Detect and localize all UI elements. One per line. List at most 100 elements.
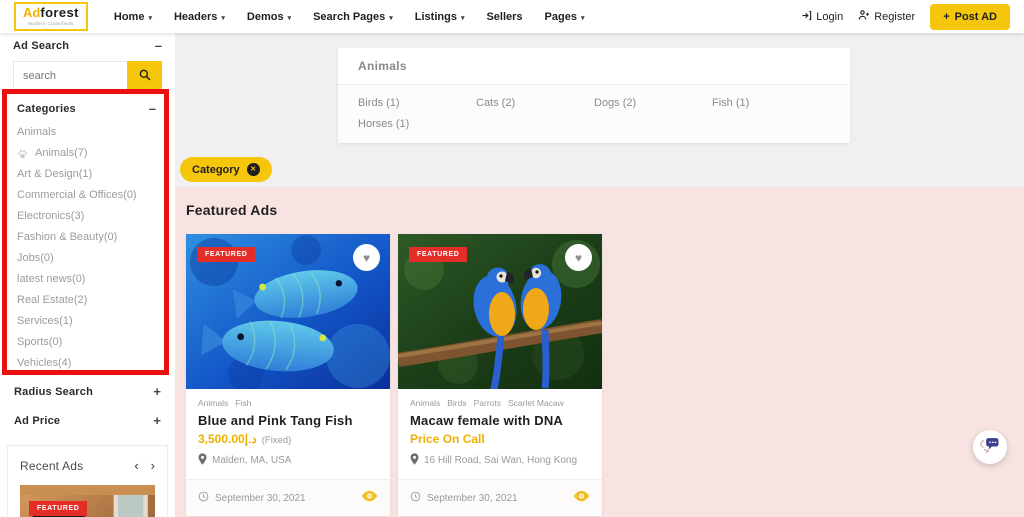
collapse-icon[interactable]: – <box>149 102 156 115</box>
ad-card-fish[interactable]: FEATURED ♥ Animals Fish Blue and Pink Ta… <box>186 234 390 516</box>
logo[interactable]: Adforest Modern Classifieds <box>14 2 88 31</box>
ad-footer: September 30, 2021 <box>398 479 602 516</box>
featured-badge: FEATURED <box>29 501 87 516</box>
subcategory-cats[interactable]: Cats (2) <box>476 97 594 109</box>
category-item-jobs[interactable]: Jobs(0) <box>17 248 156 269</box>
ad-tag[interactable]: Parrots <box>474 398 501 408</box>
carousel-next-icon[interactable]: › <box>151 458 155 473</box>
ad-date: September 30, 2021 <box>410 491 518 505</box>
nav-item-pages[interactable]: Pages▾ <box>545 11 585 23</box>
expand-icon[interactable]: + <box>153 385 161 398</box>
clock-icon <box>198 491 209 505</box>
category-item-art-design[interactable]: Art & Design(1) <box>17 164 156 185</box>
categories-widget-highlighted: Categories – Animals Animals(7) Art & De… <box>2 89 169 375</box>
chat-icon <box>980 436 1000 459</box>
search-button[interactable] <box>127 61 162 91</box>
category-item-sports[interactable]: Sports(0) <box>17 332 156 353</box>
ad-title[interactable]: Macaw female with DNA <box>410 413 590 428</box>
ad-image[interactable]: FEATURED ♥ <box>398 234 602 389</box>
ad-tag[interactable]: Fish <box>235 398 251 408</box>
category-item-animals[interactable]: Animals(7) <box>17 143 156 164</box>
subcategory-fish[interactable]: Fish (1) <box>712 97 830 109</box>
ad-search-widget: Ad Search – <box>0 35 175 91</box>
close-icon[interactable]: ✕ <box>247 163 260 176</box>
ad-price: Price On Call <box>410 432 590 446</box>
category-filter-tag[interactable]: Category ✕ <box>180 157 272 182</box>
ad-image[interactable]: FEATURED ♥ <box>186 234 390 389</box>
nav-item-listings[interactable]: Listings▾ <box>415 11 465 23</box>
category-item-real-estate[interactable]: Real Estate(2) <box>17 290 156 311</box>
recent-ads-widget: Recent Ads ‹ › FEATUR <box>7 445 168 517</box>
subcategory-dogs[interactable]: Dogs (2) <box>594 97 712 109</box>
search-icon <box>138 68 152 85</box>
post-ad-button[interactable]: + Post AD <box>930 4 1010 30</box>
category-list: Animals Animals(7) Art & Design(1) Comme… <box>17 122 156 374</box>
category-parent-animals[interactable]: Animals <box>17 122 156 143</box>
ad-details: Animals Birds Parrots Scarlet Macaw Maca… <box>398 389 602 479</box>
radius-search-title: Radius Search <box>14 386 93 398</box>
chevron-down-icon: ▾ <box>389 14 393 22</box>
chat-button[interactable] <box>973 430 1007 464</box>
views-eye-icon[interactable] <box>573 489 590 507</box>
ad-title[interactable]: Blue and Pink Tang Fish <box>198 413 378 428</box>
category-item-services[interactable]: Services(1) <box>17 311 156 332</box>
page: Adforest Modern Classifieds Home▾ Header… <box>0 0 1024 517</box>
ad-search-title: Ad Search <box>13 40 69 52</box>
animals-category-panel: Animals Birds (1) Cats (2) Dogs (2) Fish… <box>338 48 850 143</box>
favorite-button[interactable]: ♥ <box>565 244 592 271</box>
top-navbar: Adforest Modern Classifieds Home▾ Header… <box>0 0 1024 33</box>
logo-tagline: Modern Classifieds <box>23 22 79 27</box>
ad-tags: Animals Fish <box>198 398 378 408</box>
nav-item-search-pages[interactable]: Search Pages▾ <box>313 11 393 23</box>
recent-ad-image[interactable]: FEATURED <box>20 485 155 517</box>
logo-text-main: forest <box>40 5 79 20</box>
chevron-down-icon: ▾ <box>581 14 585 22</box>
logo-text-accent: Ad <box>23 5 40 20</box>
ad-price: 3,500.00د.إ (Fixed) <box>198 432 378 446</box>
categories-title: Categories <box>17 103 76 115</box>
nav-item-home[interactable]: Home▾ <box>114 11 152 23</box>
ad-card-macaw[interactable]: FEATURED ♥ Animals Birds Parrots Scarlet… <box>398 234 602 516</box>
category-item-vehicles[interactable]: Vehicles(4) <box>17 353 156 374</box>
plus-icon: + <box>943 11 949 23</box>
ad-tag[interactable]: Animals <box>198 398 228 408</box>
category-item-latest-news[interactable]: latest news(0) <box>17 269 156 290</box>
logo-box: Adforest Modern Classifieds <box>14 2 88 31</box>
category-item-fashion-beauty[interactable]: Fashion & Beauty(0) <box>17 227 156 248</box>
ad-footer: September 30, 2021 <box>186 479 390 516</box>
ad-tag[interactable]: Animals <box>410 398 440 408</box>
views-eye-icon[interactable] <box>361 489 378 507</box>
ad-location: Malden, MA, USA <box>198 453 378 468</box>
recent-ads-title: Recent Ads <box>20 459 83 473</box>
subcategory-horses[interactable]: Horses (1) <box>358 118 476 130</box>
category-item-commercial-offices[interactable]: Commercial & Offices(0) <box>17 185 156 206</box>
expand-icon[interactable]: + <box>153 414 161 427</box>
register-link[interactable]: Register <box>858 9 915 24</box>
ad-price-widget[interactable]: Ad Price + <box>0 414 175 427</box>
featured-section: Featured Ads <box>175 187 1024 517</box>
register-icon <box>858 9 870 24</box>
ad-tag[interactable]: Birds <box>447 398 466 408</box>
nav-item-sellers[interactable]: Sellers <box>486 11 522 23</box>
nav-item-headers[interactable]: Headers▾ <box>174 11 225 23</box>
ad-tag[interactable]: Scarlet Macaw <box>508 398 564 408</box>
featured-badge: FEATURED <box>409 247 467 262</box>
carousel-prev-icon[interactable]: ‹ <box>134 458 138 473</box>
heart-icon: ♥ <box>575 251 582 265</box>
chevron-down-icon: ▾ <box>288 14 292 22</box>
ad-tags: Animals Birds Parrots Scarlet Macaw <box>410 398 590 408</box>
favorite-button[interactable]: ♥ <box>353 244 380 271</box>
header-actions: Login Register + Post AD <box>801 4 1010 30</box>
login-link[interactable]: Login <box>801 10 843 24</box>
collapse-icon[interactable]: – <box>155 39 162 52</box>
featured-heading: Featured Ads <box>186 202 1024 218</box>
chevron-down-icon: ▾ <box>461 14 465 22</box>
subcategory-birds[interactable]: Birds (1) <box>358 97 476 109</box>
featured-cards-row: FEATURED ♥ Animals Fish Blue and Pink Ta… <box>186 234 1024 516</box>
radius-search-widget[interactable]: Radius Search + <box>0 385 175 398</box>
location-pin-icon <box>410 453 419 468</box>
nav-item-demos[interactable]: Demos▾ <box>247 11 291 23</box>
search-input[interactable] <box>13 61 127 91</box>
category-item-electronics[interactable]: Electronics(3) <box>17 206 156 227</box>
subcategory-links: Birds (1) Cats (2) Dogs (2) Fish (1) Hor… <box>338 85 850 143</box>
